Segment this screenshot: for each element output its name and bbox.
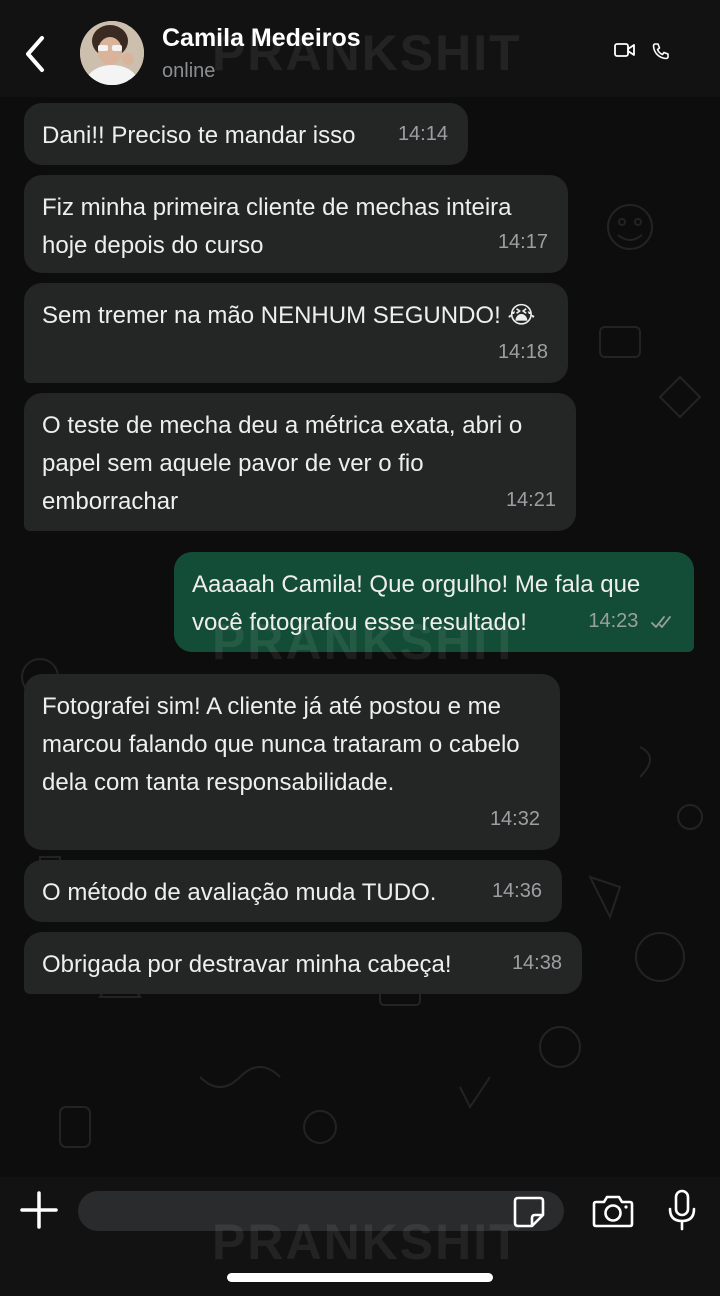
message-input[interactable] bbox=[78, 1191, 564, 1231]
message-time: 14:23 bbox=[588, 610, 639, 632]
message-bubble-incoming[interactable]: Sem tremer na mão NENHUM SEGUNDO! 😭 14:1… bbox=[24, 283, 568, 383]
message-bubble-incoming[interactable]: Dani!! Preciso te mandar isso 14:14 bbox=[24, 103, 468, 165]
video-call-icon[interactable] bbox=[614, 42, 636, 58]
contact-name[interactable]: Camila Medeiros bbox=[162, 24, 361, 53]
double-check-read-icon bbox=[651, 615, 671, 628]
message-bubble-incoming[interactable]: Obrigada por destravar minha cabeça! 14:… bbox=[24, 932, 582, 994]
back-arrow-icon[interactable] bbox=[20, 34, 52, 74]
message-text: Fiz minha primeira cliente de mechas int… bbox=[42, 194, 512, 259]
message-text: O método de avaliação muda TUDO. bbox=[42, 879, 437, 906]
message-bubble-incoming[interactable]: O método de avaliação muda TUDO. 14:36 bbox=[24, 860, 562, 922]
message-time-group: 14:23 bbox=[588, 602, 678, 640]
camera-icon[interactable] bbox=[592, 1193, 634, 1229]
message-text: Dani!! Preciso te mandar isso bbox=[42, 122, 356, 149]
message-time: 14:38 bbox=[511, 952, 562, 974]
home-indicator[interactable] bbox=[227, 1273, 493, 1282]
message-text: Obrigada por destravar minha cabeça! bbox=[42, 951, 452, 978]
message-bubble-incoming[interactable]: Fiz minha primeira cliente de mechas int… bbox=[24, 175, 568, 273]
message-time: 14:21 bbox=[505, 489, 556, 511]
message-text: Sem tremer na mão NENHUM SEGUNDO! 😭 bbox=[42, 302, 536, 329]
message-text: O teste de mecha deu a métrica exata, ab… bbox=[42, 412, 523, 515]
phone-icon[interactable] bbox=[652, 42, 670, 60]
chat-area[interactable]: Dani!! Preciso te mandar isso 14:14 Fiz … bbox=[0, 97, 720, 1177]
contact-status: online bbox=[162, 60, 216, 82]
message-time: 14:32 bbox=[489, 808, 540, 830]
microphone-icon[interactable] bbox=[666, 1189, 698, 1231]
message-bubble-incoming[interactable]: Fotografei sim! A cliente já até postou … bbox=[24, 674, 560, 850]
sticker-icon[interactable] bbox=[512, 1195, 546, 1229]
message-text: Fotografei sim! A cliente já até postou … bbox=[42, 693, 520, 796]
message-time: 14:18 bbox=[497, 341, 548, 363]
message-bubble-outgoing[interactable]: Aaaaah Camila! Que orgulho! Me fala que … bbox=[174, 552, 694, 652]
message-bubble-incoming[interactable]: O teste de mecha deu a métrica exata, ab… bbox=[24, 393, 576, 531]
composer-bar: PRANKSHIT bbox=[0, 1177, 720, 1296]
chat-header: Camila Medeiros online PRANKSHIT bbox=[0, 0, 720, 97]
message-time: 14:17 bbox=[497, 231, 548, 253]
message-time: 14:36 bbox=[491, 880, 542, 902]
message-text: Aaaaah Camila! Que orgulho! Me fala que … bbox=[192, 571, 641, 636]
avatar[interactable] bbox=[80, 21, 144, 85]
plus-icon[interactable] bbox=[20, 1191, 58, 1229]
message-time: 14:14 bbox=[397, 123, 448, 145]
